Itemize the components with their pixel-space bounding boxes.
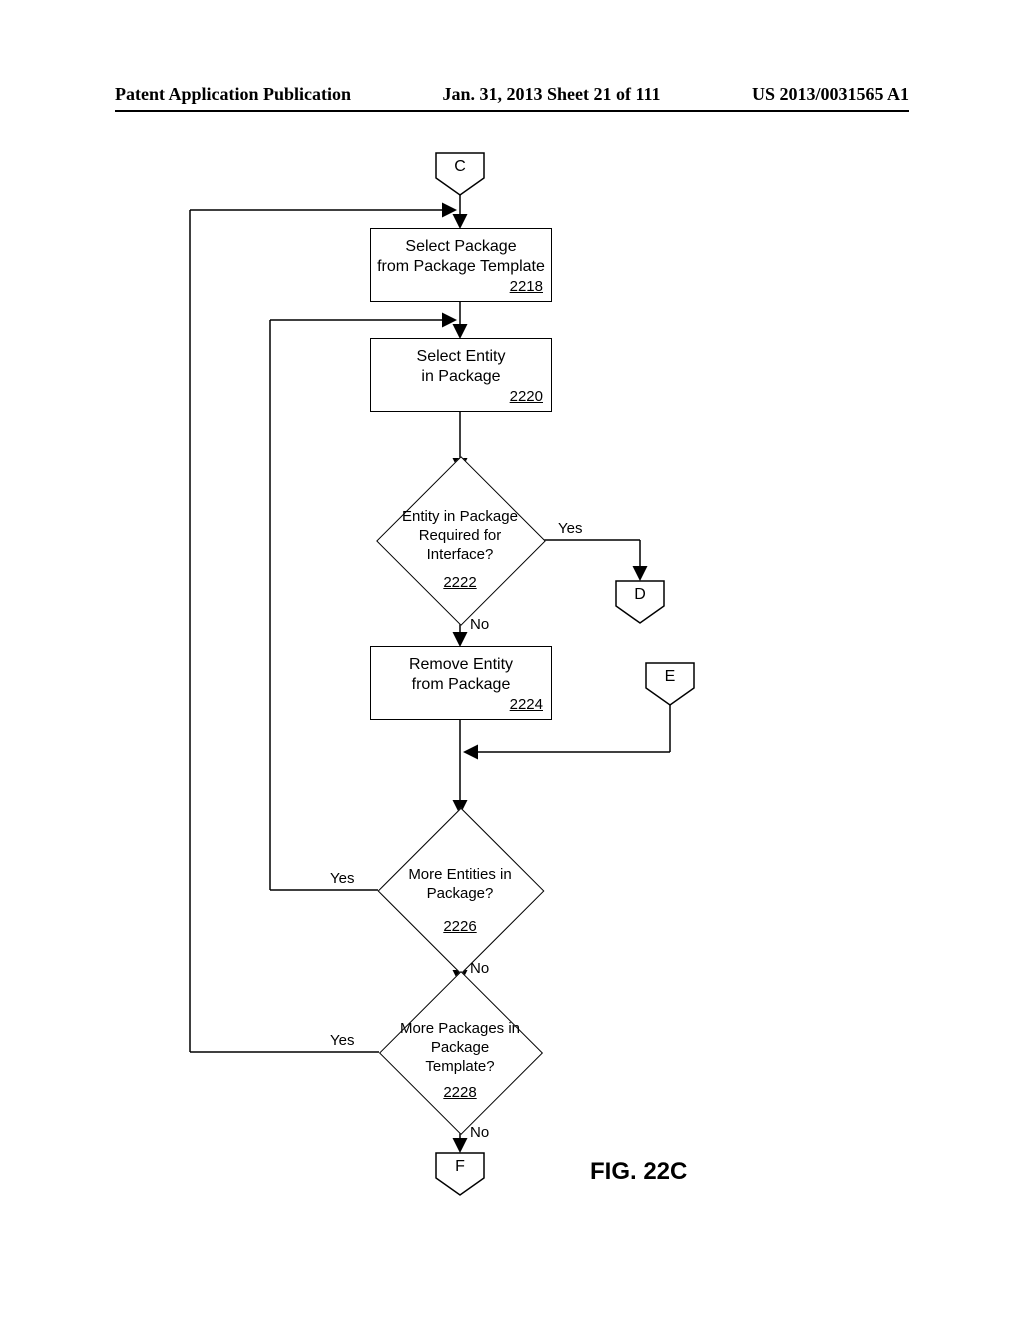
- decision-2222-ref: 2222: [440, 574, 480, 591]
- connector-e-label: E: [645, 668, 695, 686]
- d2228-l1: More Packages in: [400, 1020, 520, 1037]
- d2228-l3: Template?: [425, 1058, 494, 1075]
- offpage-connector-d: D: [615, 580, 665, 624]
- decision-2228-ref: 2228: [440, 1084, 480, 1101]
- process-select-package: Select Package from Package Template 221…: [370, 228, 552, 302]
- process-2220-line2: in Package: [421, 368, 500, 385]
- process-2224-ref: 2224: [510, 696, 543, 715]
- d2226-l2: Package?: [427, 885, 494, 902]
- connector-d-label: D: [615, 586, 665, 604]
- d2228-l2: Package: [431, 1039, 489, 1056]
- d2222-l1: Entity in Package: [402, 508, 518, 525]
- connector-f-label: F: [435, 1158, 485, 1176]
- figure-label: FIG. 22C: [590, 1158, 687, 1186]
- decision-2226-ref: 2226: [440, 918, 480, 935]
- process-2220-line1: Select Entity: [417, 348, 506, 365]
- offpage-connector-e: E: [645, 662, 695, 706]
- process-remove-entity: Remove Entity from Package 2224: [370, 646, 552, 720]
- process-2220-ref: 2220: [510, 388, 543, 407]
- page: Patent Application Publication Jan. 31, …: [0, 0, 1024, 1320]
- header-left: Patent Application Publication: [115, 84, 351, 105]
- offpage-connector-f: F: [435, 1152, 485, 1196]
- decision-2226-label: More Entities in Package?: [398, 866, 522, 904]
- d2226-l1: More Entities in: [408, 866, 511, 883]
- edge-2222-yes: Yes: [558, 520, 582, 537]
- process-select-entity: Select Entity in Package 2220: [370, 338, 552, 412]
- connector-c-label: C: [435, 158, 485, 176]
- offpage-connector-c: C: [435, 152, 485, 196]
- decision-2228-label: More Packages in Package Template?: [396, 1020, 524, 1076]
- header-right: US 2013/0031565 A1: [752, 84, 909, 105]
- edge-2226-no: No: [470, 960, 489, 977]
- process-2218-line2: from Package Template: [377, 258, 545, 275]
- process-2218-ref: 2218: [510, 278, 543, 297]
- d2222-l2: Required for: [419, 527, 502, 544]
- decision-2222-label: Entity in Package Required for Interface…: [390, 508, 530, 564]
- flowchart: C Select Package from Package Template 2…: [0, 140, 1024, 1240]
- page-header: Patent Application Publication Jan. 31, …: [115, 84, 909, 112]
- edge-2228-yes: Yes: [330, 1032, 354, 1049]
- edge-2228-no: No: [470, 1124, 489, 1141]
- process-2224-line2: from Package: [412, 676, 511, 693]
- edge-2222-no: No: [470, 616, 489, 633]
- edge-2226-yes: Yes: [330, 870, 354, 887]
- d2222-l3: Interface?: [427, 546, 494, 563]
- header-center: Jan. 31, 2013 Sheet 21 of 111: [442, 84, 660, 105]
- process-2224-line1: Remove Entity: [409, 656, 513, 673]
- process-2218-line1: Select Package: [405, 238, 516, 255]
